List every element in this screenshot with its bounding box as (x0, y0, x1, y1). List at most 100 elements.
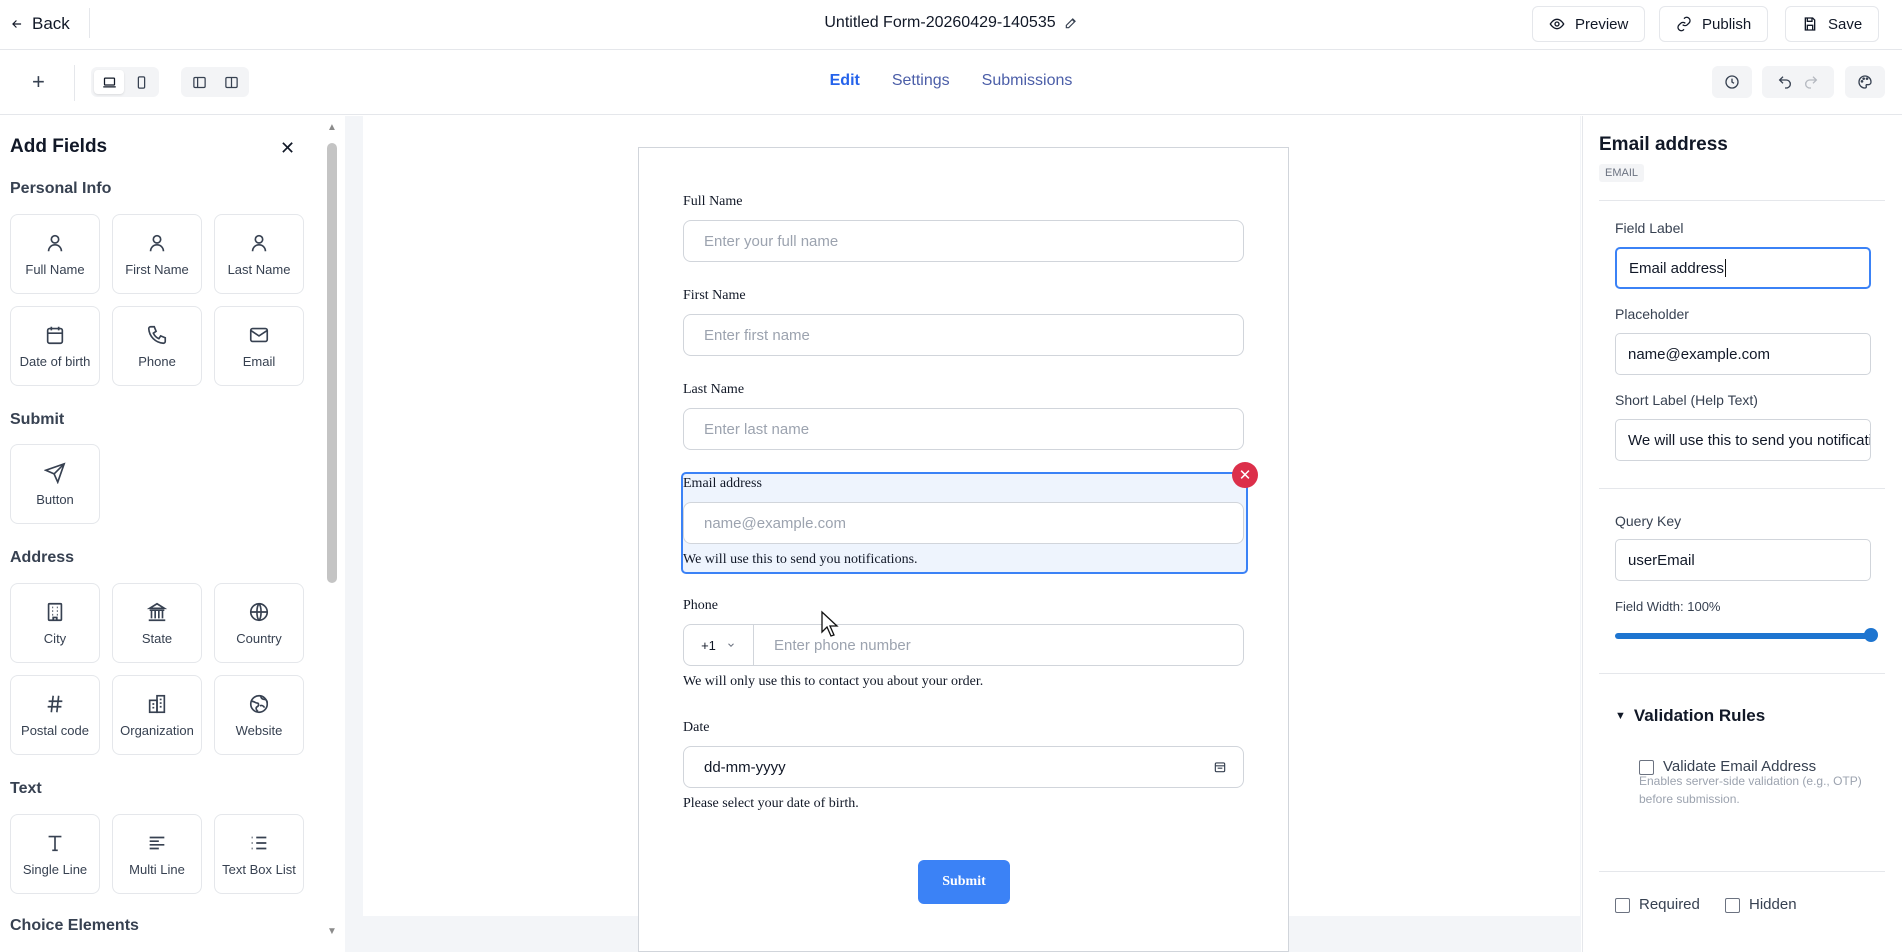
building-icon (47, 602, 63, 621)
email-input[interactable]: name@example.com (683, 502, 1244, 544)
field-label-value: Email address (1629, 259, 1725, 277)
tab-settings[interactable]: Settings (892, 72, 950, 90)
history-button[interactable] (1712, 66, 1752, 98)
field-card-label: State (141, 630, 173, 646)
landmark-icon (146, 602, 168, 621)
divider (74, 65, 75, 101)
tab-edit[interactable]: Edit (830, 72, 860, 90)
split-panel-button[interactable] (216, 70, 246, 94)
section-title: Choice Elements (10, 917, 139, 934)
field-card-label: Last Name (227, 261, 291, 277)
field-label: Full Name (683, 194, 743, 209)
short-label-input[interactable]: We will use this to send you notificatio… (1615, 419, 1871, 461)
full-name-input[interactable]: Enter your full name (683, 220, 1244, 262)
mouse-cursor-icon (821, 610, 839, 637)
field-card-label: Organization (120, 722, 194, 738)
field-card-email[interactable]: Email (214, 306, 304, 386)
query-key-title: Query Key (1615, 513, 1682, 529)
field-card-state[interactable]: State (112, 583, 202, 663)
phone-icon (147, 325, 167, 344)
field-card-postal-code[interactable]: Postal code (10, 675, 100, 755)
divider (89, 8, 90, 38)
field-card-label: Multi Line (129, 861, 185, 877)
add-fields-panel: Add Fields ✕ Personal Info Full Name Fir… (0, 116, 340, 952)
field-label: Phone (683, 598, 718, 613)
divider (1599, 200, 1885, 201)
field-card-single-line[interactable]: Single Line (10, 814, 100, 894)
field-card-label: Single Line (22, 861, 88, 877)
date-placeholder: dd-mm-yyyy (704, 758, 786, 776)
divider (1599, 488, 1885, 489)
field-card-text-box-list[interactable]: Text Box List (214, 814, 304, 894)
preview-button[interactable]: Preview (1532, 6, 1646, 42)
save-button[interactable]: Save (1785, 6, 1880, 42)
section-title: Address (10, 549, 75, 566)
field-label: First Name (683, 288, 746, 303)
tab-submissions[interactable]: Submissions (982, 72, 1073, 90)
pencil-icon[interactable] (1064, 16, 1078, 30)
field-card-last-name[interactable]: Last Name (214, 214, 304, 294)
field-label: Last Name (683, 382, 745, 397)
scroll-down-icon[interactable]: ▼ (326, 926, 338, 937)
add-button[interactable]: + (32, 69, 45, 95)
device-toggle (91, 67, 159, 97)
submit-button[interactable]: Submit (918, 860, 1010, 904)
field-card-city[interactable]: City (10, 583, 100, 663)
required-checkbox[interactable] (1615, 898, 1630, 913)
field-card-label: First Name (125, 261, 189, 277)
query-key-input[interactable]: userEmail (1615, 539, 1871, 581)
first-name-input[interactable]: Enter first name (683, 314, 1244, 356)
redo-icon[interactable] (1803, 74, 1819, 90)
field-card-label: Phone (138, 353, 176, 369)
arrow-left-icon (12, 20, 22, 28)
field-card-phone[interactable]: Phone (112, 306, 202, 386)
form-preview: Full Name Enter your full name First Nam… (638, 147, 1289, 952)
link-icon (1677, 16, 1691, 32)
validation-rules-title: Validation Rules (1633, 706, 1766, 725)
field-card-country[interactable]: Country (214, 583, 304, 663)
single-panel-button[interactable] (184, 70, 214, 94)
field-card-website[interactable]: Website (214, 675, 304, 755)
field-card-full-name[interactable]: Full Name (10, 214, 100, 294)
field-card-date-of-birth[interactable]: Date of birth (10, 306, 100, 386)
placeholder-input[interactable]: name@example.com (1615, 333, 1871, 375)
align-left-icon (149, 836, 165, 849)
help-text: We will only use this to contact you abo… (683, 674, 984, 689)
field-label: Email address (683, 476, 762, 491)
close-icon[interactable]: ✕ (280, 138, 295, 159)
tab-bar: Edit Settings Submissions (0, 72, 1902, 90)
field-card-first-name[interactable]: First Name (112, 214, 202, 294)
field-card-organization[interactable]: Organization (112, 675, 202, 755)
desktop-view-button[interactable] (94, 70, 124, 94)
field-width-slider[interactable] (1615, 633, 1871, 639)
theme-button[interactable] (1845, 66, 1885, 98)
field-card-button[interactable]: Button (10, 444, 100, 524)
delete-field-button[interactable]: ✕ (1232, 462, 1258, 488)
calendar-icon[interactable] (1213, 760, 1227, 774)
text-icon (48, 835, 62, 851)
palette-icon (1858, 75, 1872, 89)
field-card-multi-line[interactable]: Multi Line (112, 814, 202, 894)
date-input[interactable]: dd-mm-yyyy (683, 746, 1244, 788)
panel-left-icon (192, 76, 206, 88)
back-button[interactable]: Back (10, 11, 70, 37)
field-label-input[interactable]: Email address (1615, 247, 1871, 289)
scroll-up-icon[interactable]: ▲ (326, 122, 338, 133)
field-card-label: Date of birth (19, 353, 91, 369)
send-icon (44, 461, 66, 484)
mobile-view-button[interactable] (126, 70, 156, 94)
phone-input[interactable]: Enter phone number (754, 637, 911, 654)
last-name-input[interactable]: Enter last name (683, 408, 1244, 450)
field-card-label: Text Box List (222, 861, 296, 877)
undo-icon[interactable] (1777, 74, 1793, 90)
field-card-label: Country (236, 630, 282, 646)
country-code-select[interactable]: +1 (684, 625, 754, 665)
top-bar: Back Untitled Form-20260429-140535 Previ… (0, 0, 1902, 50)
scrollbar-thumb[interactable] (327, 143, 337, 583)
save-label: Save (1828, 15, 1863, 33)
field-width-slider-thumb[interactable] (1864, 628, 1878, 642)
divider (1599, 871, 1885, 872)
hidden-checkbox[interactable] (1725, 898, 1740, 913)
publish-button[interactable]: Publish (1659, 6, 1769, 42)
validation-rules-toggle[interactable]: ▼ Validation Rules (1615, 706, 1765, 726)
